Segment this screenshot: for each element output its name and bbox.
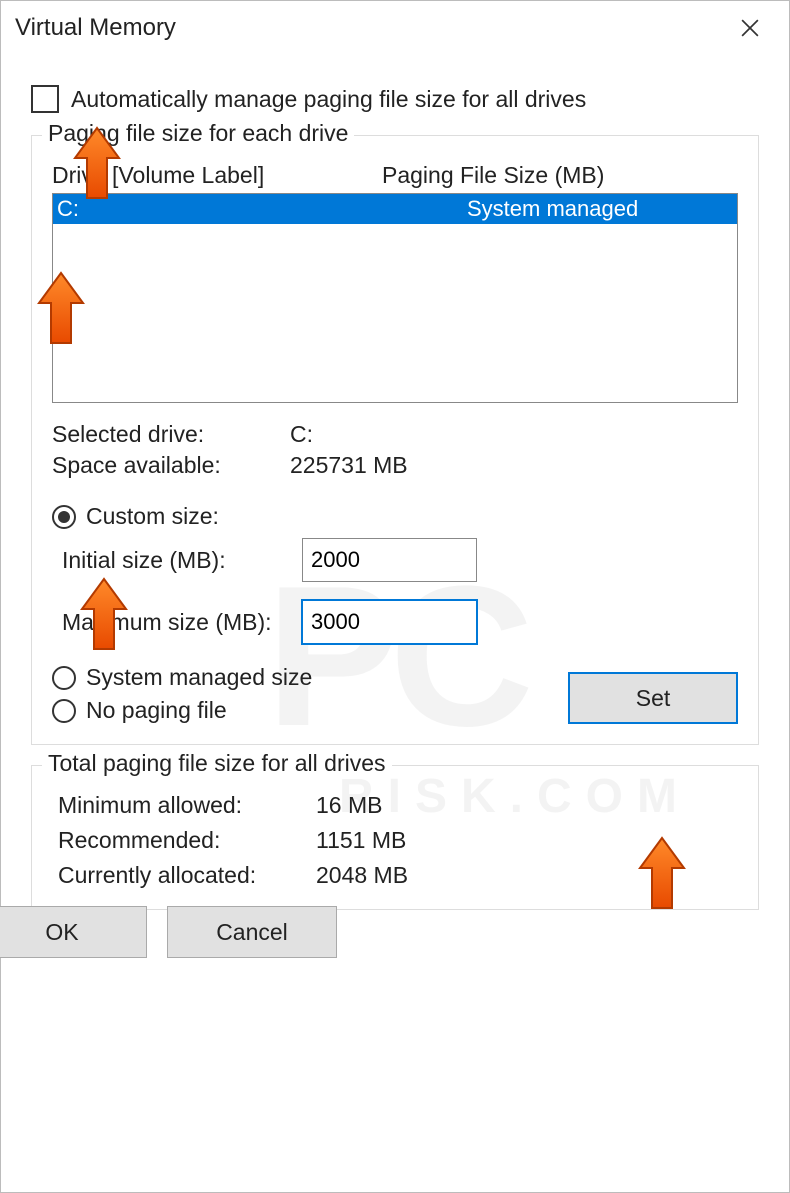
space-available-value: 225731 MB — [290, 452, 738, 479]
cancel-button-label: Cancel — [216, 919, 288, 946]
min-allowed-value: 16 MB — [316, 792, 738, 819]
selected-drive-label: Selected drive: — [52, 421, 290, 448]
system-managed-label: System managed size — [86, 664, 312, 691]
system-managed-radio[interactable] — [52, 666, 76, 690]
initial-size-label: Initial size (MB): — [52, 547, 302, 574]
selected-drive-value: C: — [290, 421, 738, 448]
drive-row-drive: C: — [57, 196, 467, 222]
custom-size-radio[interactable] — [52, 505, 76, 529]
maximum-size-input[interactable] — [302, 600, 477, 644]
header-size: Paging File Size (MB) — [382, 162, 604, 189]
recommended-label: Recommended: — [58, 827, 316, 854]
drive-row[interactable]: C: System managed — [53, 194, 737, 224]
close-button[interactable] — [725, 8, 775, 48]
total-paging-group: Total paging file size for all drives Mi… — [31, 765, 759, 910]
set-button-label: Set — [636, 685, 671, 712]
no-paging-label: No paging file — [86, 697, 227, 724]
close-icon — [741, 19, 759, 37]
set-button[interactable]: Set — [568, 672, 738, 724]
auto-manage-label: Automatically manage paging file size fo… — [71, 86, 586, 113]
initial-size-input[interactable] — [302, 538, 477, 582]
space-available-label: Space available: — [52, 452, 290, 479]
ok-button-label: OK — [45, 919, 78, 946]
maximum-size-label: Maximum size (MB): — [52, 609, 302, 636]
ok-button[interactable]: OK — [0, 906, 147, 958]
custom-size-label: Custom size: — [86, 503, 219, 530]
dialog-button-bar: OK Cancel — [0, 906, 765, 958]
virtual-memory-dialog: PC RISK.COM Virtual Memory Automatically… — [0, 0, 790, 1193]
titlebar: Virtual Memory — [1, 1, 789, 55]
totals-legend: Total paging file size for all drives — [42, 750, 392, 777]
header-drive: Drive [Volume Label] — [52, 162, 382, 189]
cancel-button[interactable]: Cancel — [167, 906, 337, 958]
window-title: Virtual Memory — [15, 14, 725, 42]
currently-allocated-value: 2048 MB — [316, 862, 738, 889]
group-legend: Paging file size for each drive — [42, 120, 354, 147]
no-paging-radio[interactable] — [52, 699, 76, 723]
currently-allocated-label: Currently allocated: — [58, 862, 316, 889]
auto-manage-checkbox[interactable] — [31, 85, 59, 113]
min-allowed-label: Minimum allowed: — [58, 792, 316, 819]
drive-listbox[interactable]: C: System managed — [52, 193, 738, 403]
drive-row-size: System managed — [467, 196, 733, 222]
recommended-value: 1151 MB — [316, 827, 738, 854]
drive-list-header: Drive [Volume Label] Paging File Size (M… — [52, 162, 738, 189]
paging-per-drive-group: Paging file size for each drive Drive [V… — [31, 135, 759, 745]
